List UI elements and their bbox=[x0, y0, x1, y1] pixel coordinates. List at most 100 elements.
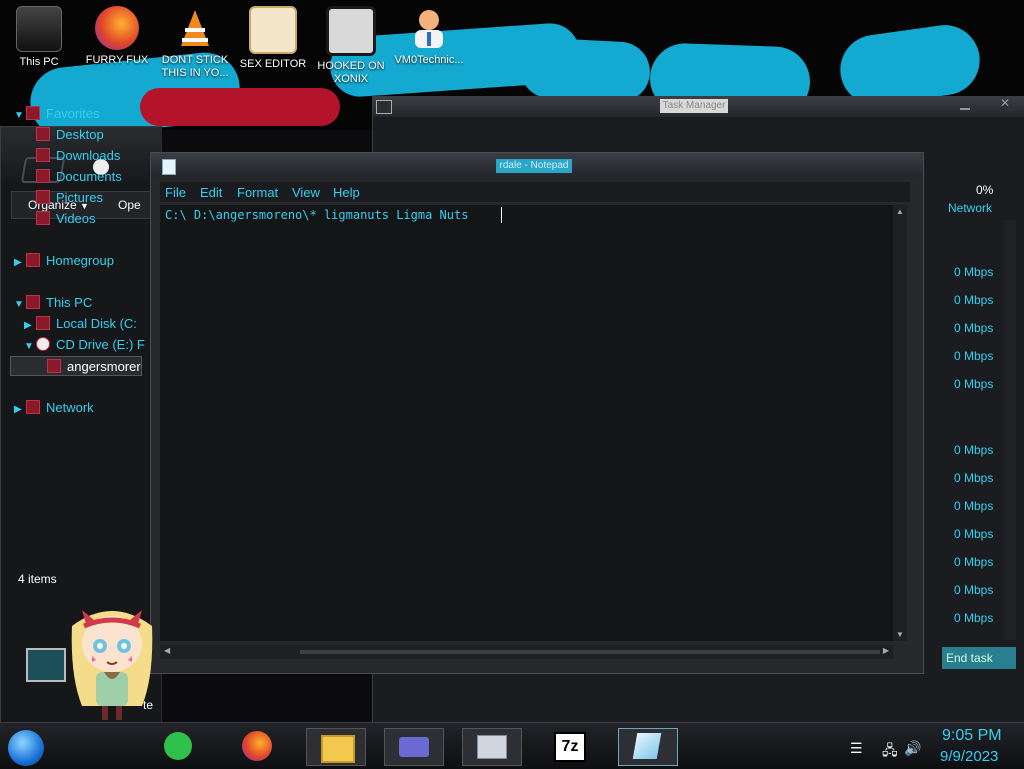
desktop-icon-furry-fux[interactable]: FURRY FUX bbox=[79, 6, 155, 67]
tree-item-desktop[interactable]: Desktop bbox=[34, 125, 104, 145]
tree-item-pictures[interactable]: Pictures bbox=[34, 188, 103, 208]
clock-date[interactable]: 9/9/2023 bbox=[940, 748, 998, 765]
cd-drive-icon bbox=[36, 337, 50, 351]
notepad-menubar: File Edit Format View Help bbox=[160, 182, 910, 202]
collapse-arrow-icon: ▶ bbox=[14, 404, 22, 415]
notepad-content[interactable]: C:\ D:\angersmoreno\* ligmanuts Ligma Nu… bbox=[165, 208, 468, 222]
menu-format[interactable]: Format bbox=[237, 185, 278, 200]
tree-item-label: Homegroup bbox=[46, 253, 114, 268]
taskbar-7zip[interactable]: 7z bbox=[540, 728, 598, 764]
taskbar-control-panel[interactable] bbox=[384, 728, 444, 766]
desktop-icon-label: This PC bbox=[19, 56, 59, 68]
network-speed: 0 Mbps bbox=[954, 499, 994, 513]
task-manager-icon bbox=[376, 100, 392, 114]
open-button[interactable]: Ope bbox=[118, 198, 141, 212]
tree-item-documents[interactable]: Documents bbox=[34, 167, 122, 187]
doctor-avatar-icon bbox=[407, 6, 451, 50]
network-speed: 0 Mbps bbox=[954, 349, 994, 363]
hard-drive-icon bbox=[36, 316, 50, 330]
tree-item-label: Local Disk (C: bbox=[56, 316, 137, 331]
folder-icon bbox=[47, 359, 61, 373]
start-button[interactable] bbox=[8, 730, 44, 766]
tree-item-angersmoreno[interactable]: angersmorer bbox=[10, 356, 142, 376]
game-icon bbox=[326, 6, 376, 56]
tree-item-downloads[interactable]: Downloads bbox=[34, 146, 120, 166]
tree-item-videos[interactable]: Videos bbox=[34, 209, 96, 229]
network-speed: 0 Mbps bbox=[954, 527, 994, 541]
desktop-icon-label: VM0Technic... bbox=[394, 54, 464, 66]
details-pane-thumbnail bbox=[26, 648, 66, 682]
clock-time[interactable]: 9:05 PM bbox=[942, 727, 1002, 745]
scroll-down-icon[interactable]: ▼ bbox=[896, 630, 904, 639]
taskbar-notepad[interactable] bbox=[618, 728, 678, 766]
vlc-icon bbox=[173, 6, 217, 50]
menu-edit[interactable]: Edit bbox=[200, 185, 222, 200]
network-speed: 0 Mbps bbox=[954, 265, 994, 279]
taskbar-file-explorer[interactable] bbox=[306, 728, 366, 766]
menu-help[interactable]: Help bbox=[333, 185, 360, 200]
network-speed: 0 Mbps bbox=[954, 377, 994, 391]
desktop-icon-hooked-on-xonix[interactable]: HOOKED ON XONIX bbox=[313, 6, 389, 86]
task-manager-icon bbox=[477, 735, 507, 759]
computer-icon bbox=[26, 295, 40, 309]
end-task-button[interactable]: End task bbox=[942, 647, 1016, 669]
network-speed: 0 Mbps bbox=[954, 611, 994, 625]
file-explorer-icon bbox=[321, 735, 355, 763]
tree-item-label: Favorites bbox=[46, 106, 100, 121]
tree-item-local-disk[interactable]: ▶ Local Disk (C: bbox=[24, 314, 137, 334]
tree-item-label: angersmorer bbox=[67, 359, 141, 374]
taskbar-sticky-notes[interactable] bbox=[150, 728, 208, 764]
menu-view[interactable]: View bbox=[292, 185, 320, 200]
desktop-icon-label: DONT STICK THIS IN YO... bbox=[161, 54, 229, 79]
network-label[interactable]: Network bbox=[948, 201, 992, 215]
desktop-icon-label: FURRY FUX bbox=[85, 54, 149, 66]
tree-item-label: Pictures bbox=[56, 190, 103, 205]
desktop-icon-vlc[interactable]: DONT STICK THIS IN YO... bbox=[157, 6, 233, 80]
tree-item-label: Downloads bbox=[56, 148, 121, 163]
network-speed: 0 Mbps bbox=[954, 443, 994, 457]
notepad-icon bbox=[632, 733, 662, 759]
tree-item-favorites[interactable]: ▼ Favorites bbox=[14, 104, 99, 124]
task-manager-title: Task Manager bbox=[660, 99, 728, 113]
tree-item-cd-drive[interactable]: ▼ CD Drive (E:) F bbox=[24, 335, 145, 355]
show-hidden-icons[interactable]: ☰ bbox=[850, 740, 863, 757]
notepad-title: rdale - Notepad bbox=[496, 159, 572, 173]
expand-arrow-icon: ▼ bbox=[24, 341, 34, 352]
taskbar-firefox[interactable] bbox=[230, 728, 288, 764]
firefox-icon bbox=[242, 731, 272, 761]
videos-folder-icon bbox=[36, 211, 50, 225]
menu-file[interactable]: File bbox=[165, 185, 186, 200]
downloads-folder-icon bbox=[36, 148, 50, 162]
scroll-right-icon[interactable]: ▶ bbox=[883, 646, 889, 655]
task-manager-scrollbar[interactable] bbox=[1004, 220, 1016, 640]
tree-item-this-pc[interactable]: ▼ This PC bbox=[14, 293, 92, 313]
horizontal-scroll-thumb[interactable] bbox=[300, 650, 880, 654]
network-tray-icon[interactable]: 🖧 bbox=[882, 740, 898, 764]
desktop-folder-icon bbox=[36, 127, 50, 141]
network-speed: 0 Mbps bbox=[954, 293, 994, 307]
control-panel-icon bbox=[399, 737, 429, 757]
7zip-icon: 7z bbox=[554, 732, 586, 762]
collapse-arrow-icon: ▶ bbox=[14, 257, 22, 268]
minimize-button[interactable] bbox=[960, 98, 970, 110]
tree-item-homegroup[interactable]: ▶ Homegroup bbox=[14, 251, 114, 271]
notepad-vertical-scrollbar[interactable]: ▲ ▼ bbox=[893, 205, 907, 641]
scroll-up-icon[interactable]: ▲ bbox=[896, 207, 904, 216]
scroll-left-icon[interactable]: ◀ bbox=[164, 646, 170, 655]
desktop-icon-sex-editor[interactable]: SEX EDITOR bbox=[235, 6, 311, 71]
network-speed: 0 Mbps bbox=[954, 321, 994, 335]
pictures-folder-icon bbox=[36, 190, 50, 204]
tree-item-network[interactable]: ▶ Network bbox=[14, 398, 94, 418]
taskbar-task-manager[interactable] bbox=[462, 728, 522, 766]
notepad-text-area[interactable] bbox=[160, 205, 893, 641]
computer-icon bbox=[16, 6, 62, 52]
desktop-icon-this-pc[interactable]: This PC bbox=[1, 6, 77, 69]
tree-item-label: CD Drive (E:) F bbox=[56, 337, 145, 352]
tree-item-label: This PC bbox=[46, 295, 93, 310]
close-button[interactable]: ✕ bbox=[1000, 96, 1010, 110]
tree-item-label: Network bbox=[46, 400, 94, 415]
desktop-icon-vm0technic[interactable]: VM0Technic... bbox=[391, 6, 467, 67]
homegroup-icon bbox=[26, 253, 40, 267]
volume-icon[interactable]: 🔊 bbox=[904, 740, 921, 757]
xd-editor-icon bbox=[249, 6, 297, 54]
